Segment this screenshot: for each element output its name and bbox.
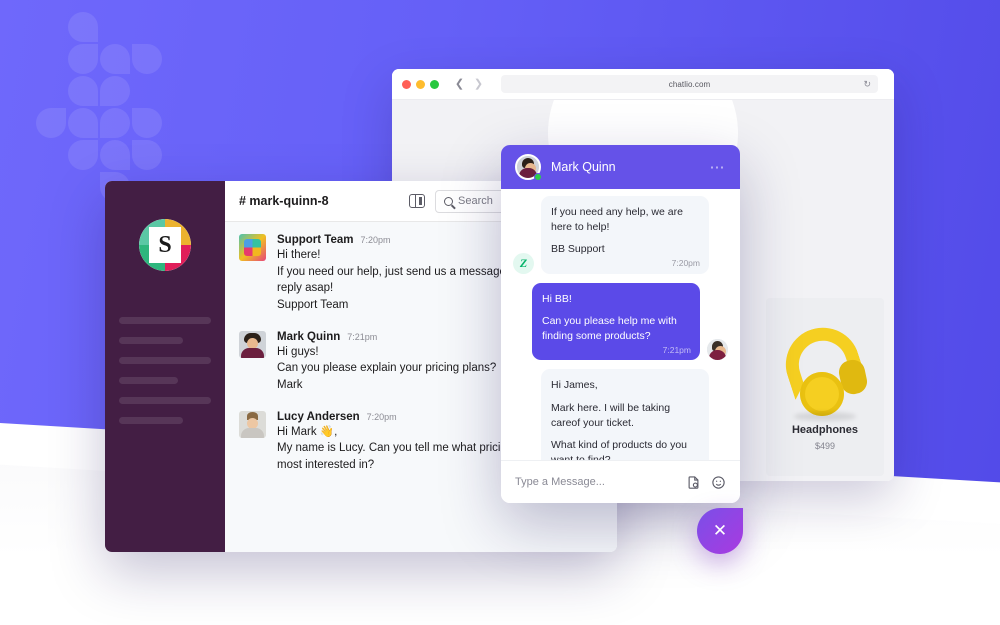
reload-icon[interactable]: ↻ xyxy=(863,79,871,90)
close-window-button[interactable] xyxy=(402,79,411,89)
message-line: most interested in? xyxy=(277,459,375,472)
message-bubble-incoming: If you need any help, we are here to hel… xyxy=(541,196,709,274)
message-author: Mark Quinn xyxy=(277,330,341,343)
message-line: Hi guys! xyxy=(277,345,319,358)
message-timestamp: 7:21pm xyxy=(662,345,691,355)
message-line: Hi there! xyxy=(277,249,321,261)
url-bar[interactable]: chatlio.com ↻ xyxy=(501,75,878,93)
back-icon[interactable]: ❮ xyxy=(451,76,468,93)
message-paragraph: Can you please help me with finding some… xyxy=(542,314,677,343)
online-status-dot xyxy=(534,173,542,181)
url-text: chatlio.com xyxy=(668,79,711,89)
sidebar-item-placeholder[interactable] xyxy=(119,317,211,324)
product-title: Headphones xyxy=(791,424,858,436)
app-screenshot: ❮ ❯ chatlio.com ↻ Headphones $499 S # ma… xyxy=(0,0,1000,625)
navigation-buttons: ❮ ❯ xyxy=(451,76,487,93)
headphones-icon xyxy=(776,318,874,424)
chat-widget-header: Mark Quinn ⋯ xyxy=(501,145,740,189)
message-paragraph: Hi BB! xyxy=(542,292,572,305)
message-timestamp: 7:20pm xyxy=(366,411,397,422)
browser-titlebar: ❮ ❯ chatlio.com ↻ xyxy=(392,69,894,100)
message-input[interactable]: Type a Message... xyxy=(515,476,676,488)
message-line: Hi Mark 👋, xyxy=(277,425,338,438)
sidebar-item-placeholder[interactable] xyxy=(119,337,184,344)
bot-logo-icon: Z xyxy=(513,252,534,274)
chat-widget: Mark Quinn ⋯ Z If you need any help, we … xyxy=(501,145,740,503)
sidebar-item-placeholder[interactable] xyxy=(119,397,211,404)
message-line: If you need our help, just send us a mes… xyxy=(277,265,529,278)
sidebar-toggle-icon[interactable] xyxy=(409,194,425,208)
chat-message-row-incoming: Hi James, Mark here. I will be taking ca… xyxy=(501,369,740,460)
chat-message-list: Z If you need any help, we are here to h… xyxy=(501,189,740,460)
chat-message-row-outgoing: Hi BB! Can you please help me with findi… xyxy=(501,282,740,370)
slack-logo-icon: S xyxy=(139,219,191,271)
message-line: reply asap! xyxy=(277,282,334,295)
message-line: Can you please explain your pricing plan… xyxy=(277,362,497,375)
avatar xyxy=(239,234,266,261)
search-icon xyxy=(444,196,453,206)
message-timestamp: 7:20pm xyxy=(360,235,391,245)
avatar xyxy=(239,410,266,438)
traffic-lights xyxy=(402,79,439,89)
agent-name: Mark Quinn xyxy=(551,160,616,174)
forward-icon[interactable]: ❯ xyxy=(470,76,487,93)
more-options-icon[interactable]: ⋯ xyxy=(710,160,727,175)
message-line: Support Team xyxy=(277,299,349,312)
message-bubble-outgoing: Hi BB! Can you please help me with findi… xyxy=(532,282,700,361)
message-paragraph: If you need any help, we are here to hel… xyxy=(551,206,683,234)
search-placeholder: Search xyxy=(458,195,493,207)
message-paragraph: What kind of products do you want to fin… xyxy=(551,438,687,460)
agent-avatar xyxy=(515,154,542,181)
product-price: $499 xyxy=(814,441,836,451)
chat-input-area: Type a Message... xyxy=(501,460,740,503)
message-author: Support Team xyxy=(277,234,354,246)
message-bubble-incoming: Hi James, Mark here. I will be taking ca… xyxy=(541,369,709,460)
slack-sidebar: S xyxy=(105,181,225,552)
sidebar-item-placeholder[interactable] xyxy=(119,357,211,364)
sidebar-item-placeholder[interactable] xyxy=(119,377,178,384)
slack-logo-letter: S xyxy=(149,227,181,263)
message-paragraph: BB Support xyxy=(551,243,605,256)
minimize-window-button[interactable] xyxy=(416,79,425,89)
sidebar-item-placeholder[interactable] xyxy=(119,417,184,424)
message-paragraph: Mark here. I will be taking careof your … xyxy=(551,401,671,429)
sidebar-placeholder-list xyxy=(119,317,211,424)
message-line: Mark xyxy=(277,379,303,392)
chat-message-row-incoming: Z If you need any help, we are here to h… xyxy=(501,196,740,283)
channel-name: # mark-quinn-8 xyxy=(239,194,329,208)
message-line: My name is Lucy. Can you tell me what pr… xyxy=(277,442,523,455)
maximize-window-button[interactable] xyxy=(430,79,439,89)
close-icon: ✕ xyxy=(712,521,728,540)
product-card-headphones[interactable]: Headphones $499 xyxy=(766,298,884,476)
attachment-icon[interactable] xyxy=(686,475,701,490)
decorative-leaf-pattern xyxy=(36,12,188,202)
user-avatar xyxy=(707,339,728,361)
avatar xyxy=(239,330,266,358)
message-paragraph: Hi James, xyxy=(551,379,598,392)
message-timestamp: 7:20pm xyxy=(671,258,700,269)
close-chat-button[interactable]: ✕ xyxy=(697,508,743,554)
message-author: Lucy Andersen xyxy=(277,410,360,423)
emoji-icon[interactable] xyxy=(711,475,726,490)
message-timestamp: 7:21pm xyxy=(347,331,378,342)
